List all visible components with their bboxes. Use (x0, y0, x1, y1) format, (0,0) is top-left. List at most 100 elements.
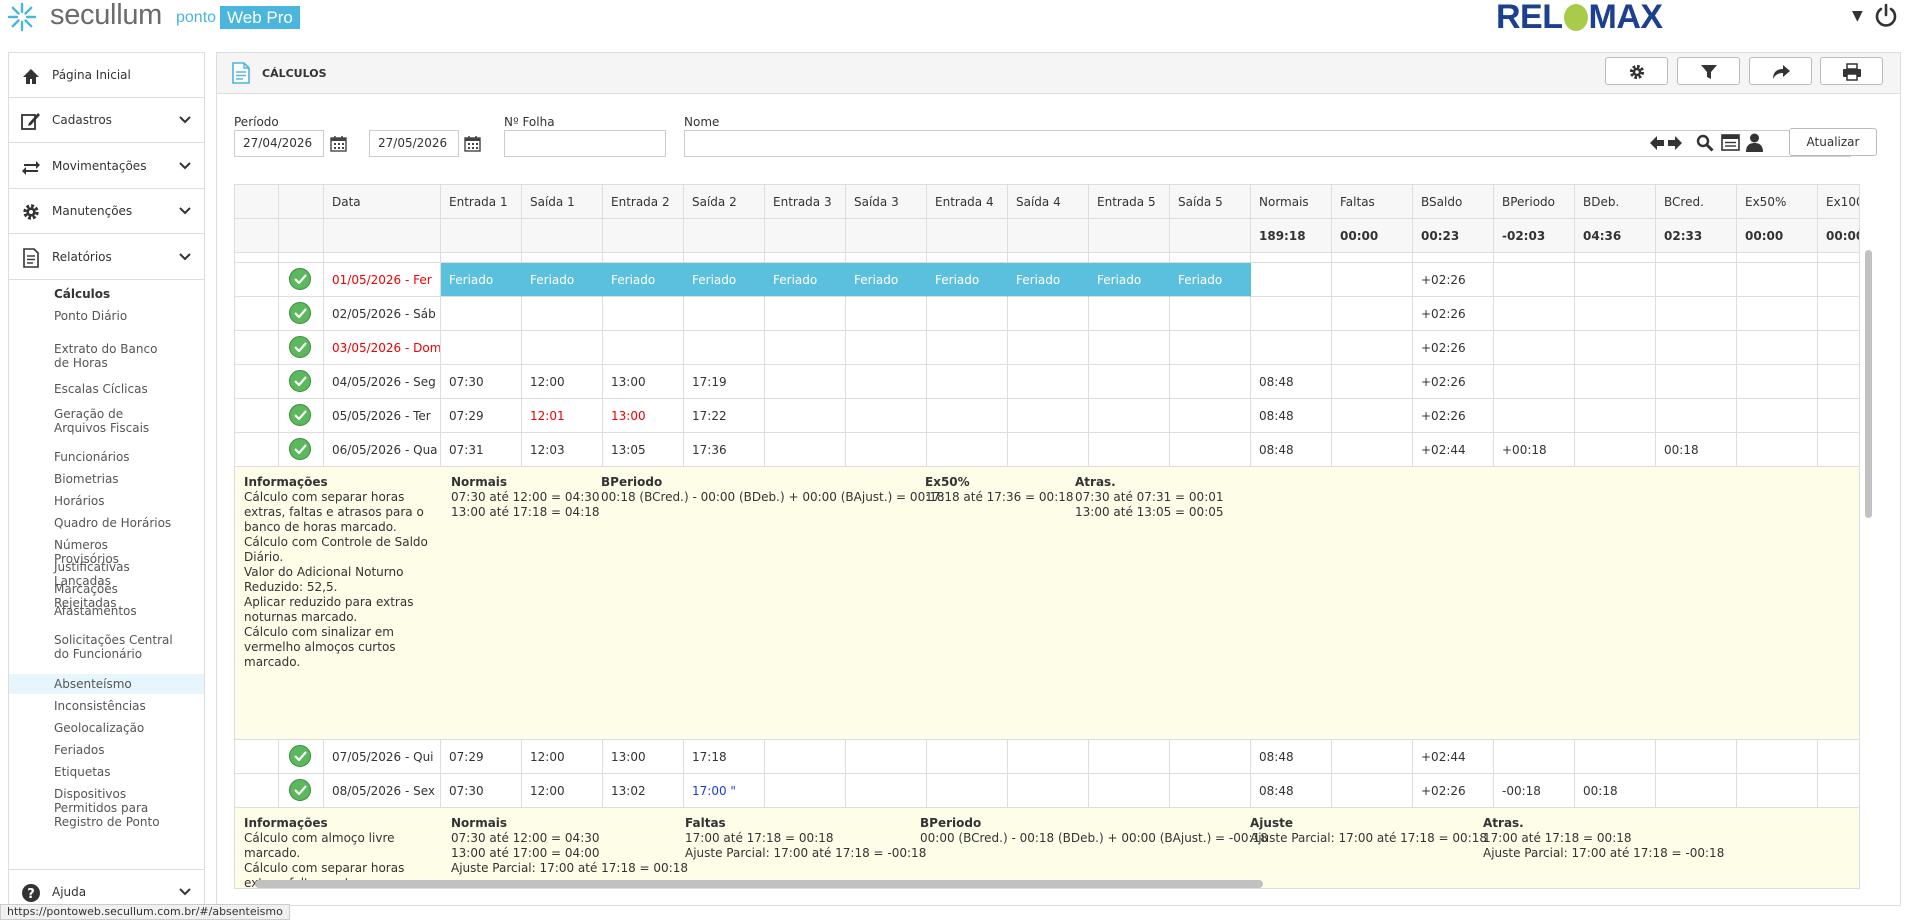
user-icon[interactable] (1746, 133, 1763, 152)
totals-cell: 189:18 (1251, 219, 1332, 253)
partial-row-cell (1170, 253, 1251, 263)
partial-row-cell (765, 253, 846, 263)
punch-cell (684, 297, 765, 331)
info-column-title: Informações (244, 475, 328, 489)
report-link[interactable]: Quadro de Horários (9, 513, 204, 533)
report-link[interactable]: Inconsistências (9, 696, 204, 716)
sidebar-item-relatorios[interactable]: Relatórios (9, 235, 204, 280)
share-button[interactable] (1749, 57, 1812, 85)
sidebar-item-manutencoes[interactable]: Manutenções (9, 189, 204, 234)
report-link[interactable]: Horários (9, 491, 204, 511)
punch-cell (603, 297, 684, 331)
report-link[interactable]: Geolocalização (9, 718, 204, 738)
navigate-arrows-icon[interactable] (1648, 133, 1684, 153)
column-header: Saída 4 (1008, 185, 1089, 219)
report-link[interactable]: Cálculos (9, 284, 204, 304)
user-menu-caret-icon[interactable]: ▼ (1852, 8, 1863, 24)
print-button[interactable] (1820, 57, 1883, 85)
report-link[interactable]: Dispositivos Permitidos para Registro de… (9, 784, 204, 832)
value-cell (1332, 740, 1413, 774)
totals-cell: 00:00 (1737, 219, 1818, 253)
app-edition-badge: Web Pro (220, 6, 300, 29)
report-link[interactable]: Ponto Diário (9, 306, 204, 326)
value-cell (1737, 365, 1818, 399)
calendar-icon[interactable] (464, 135, 481, 152)
row-spacer-cell (235, 365, 279, 399)
sidebar-item-cadastros[interactable]: Cadastros (9, 98, 204, 143)
totals-cell (1008, 219, 1089, 253)
report-link[interactable]: Etiquetas (9, 762, 204, 782)
vertical-scroll-thumb[interactable] (1865, 250, 1872, 518)
date-cell: 02/05/2026 - Sáb (324, 297, 441, 331)
totals-cell: -02:03 (1494, 219, 1575, 253)
chevron-down-icon (179, 888, 191, 896)
search-icon[interactable] (1696, 134, 1714, 152)
report-link[interactable]: Feriados (9, 740, 204, 760)
date-cell: 08/05/2026 - Sex (324, 774, 441, 808)
sidebar-item-home[interactable]: Página Inicial (9, 53, 204, 98)
sidebar-item-label: Ajuda (52, 885, 87, 899)
partial-row-cell (1575, 253, 1656, 263)
partial-row-cell (1089, 253, 1170, 263)
punch-cell (927, 365, 1008, 399)
settings-button[interactable] (1605, 57, 1668, 85)
punch-cell: Feriado (522, 263, 603, 297)
column-header: Normais (1251, 185, 1332, 219)
date-from-input[interactable]: 27/04/2026 (234, 130, 324, 157)
info-column: Informações Cálculo com separar horas extr… (244, 475, 428, 670)
sidebar-item-movimentacoes[interactable]: Movimentações (9, 144, 204, 189)
date-to-input[interactable]: 27/05/2026 (369, 130, 459, 157)
column-header: Saída 3 (846, 185, 927, 219)
column-header: Saída 1 (522, 185, 603, 219)
punch-cell: 17:00 " (684, 774, 765, 808)
info-column: Faltas 17:00 até 17:18 = 00:18 Ajuste Parc… (685, 816, 926, 861)
report-link[interactable]: Escalas Cíclicas (9, 379, 204, 399)
chevron-down-icon (179, 116, 191, 124)
report-link[interactable]: Solicitações Central do Funcionário (9, 630, 204, 664)
punch-cell (1008, 774, 1089, 808)
info-column-title: Atras. (1075, 475, 1116, 489)
partial-row-cell (1494, 253, 1575, 263)
horizontal-scroll-thumb[interactable] (255, 880, 1263, 888)
report-link[interactable]: Absenteísmo (9, 674, 204, 694)
report-link[interactable]: Extrato do Banco de Horas (9, 339, 204, 373)
partial-row-cell (1008, 253, 1089, 263)
value-cell (1656, 740, 1737, 774)
punch-cell (765, 740, 846, 774)
info-column: Informações Cálculo com almoço livre marca… (244, 816, 428, 888)
folha-input[interactable] (504, 130, 666, 157)
punch-cell (1089, 433, 1170, 467)
info-line: Ajuste Parcial: 17:00 até 17:18 = 00:18 (1250, 831, 1487, 845)
value-cell (1332, 365, 1413, 399)
report-link[interactable]: Afastamentos (9, 601, 204, 621)
row-spacer-cell (235, 331, 279, 365)
value-cell: +02:26 (1413, 263, 1494, 297)
atualizar-button[interactable]: Atualizar (1789, 128, 1877, 156)
calendar-icon[interactable] (330, 135, 347, 152)
punch-cell (1008, 399, 1089, 433)
punch-cell: Feriado (927, 263, 1008, 297)
power-icon[interactable] (1874, 3, 1898, 29)
value-cell: +02:44 (1413, 740, 1494, 774)
punch-cell (927, 740, 1008, 774)
punch-cell: 12:00 (522, 740, 603, 774)
value-cell (1818, 774, 1859, 808)
value-cell (1818, 365, 1859, 399)
punch-cell (765, 399, 846, 433)
partial-row-cell (684, 253, 765, 263)
punch-cell (522, 297, 603, 331)
punch-cell (1008, 331, 1089, 365)
value-cell (1656, 399, 1737, 433)
check-circle-icon (289, 336, 311, 358)
info-column-title: BPeriodo (920, 816, 982, 830)
value-cell: +02:26 (1413, 399, 1494, 433)
document-icon (232, 62, 250, 84)
punch-cell (927, 331, 1008, 365)
periodo-label: Período (234, 115, 279, 129)
value-cell (1737, 263, 1818, 297)
report-link[interactable]: Funcionários (9, 447, 204, 467)
report-link[interactable]: Geração de Arquivos Fiscais (9, 404, 204, 438)
report-link[interactable]: Biometrias (9, 469, 204, 489)
filter-button[interactable] (1677, 57, 1740, 85)
list-view-icon[interactable] (1721, 134, 1740, 151)
